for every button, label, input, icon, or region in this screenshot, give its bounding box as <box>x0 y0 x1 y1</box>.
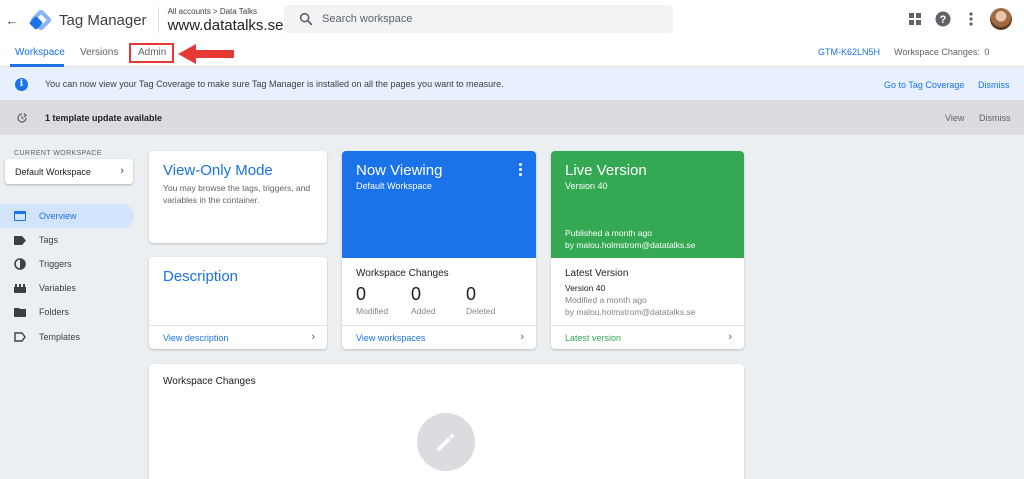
account-breadcrumb: All accounts > Data Talks <box>167 6 258 16</box>
current-workspace-selector[interactable]: Default Workspace › <box>5 159 133 184</box>
modified-count: 0 Modified <box>356 284 406 316</box>
update-view-link[interactable]: View <box>945 113 964 123</box>
tab-workspace[interactable]: Workspace <box>15 47 65 58</box>
sidebar-item-label: Tags <box>39 235 59 245</box>
live-version-card: Live Version Version 40 Published a mont… <box>551 151 744 349</box>
folder-icon <box>14 306 26 318</box>
product-name: Tag Manager <box>59 11 147 29</box>
info-icon: i <box>15 77 28 91</box>
top-app-bar: ← Tag Manager All accounts > Data Talks … <box>0 0 1024 40</box>
sidebar-item-folders[interactable]: Folders <box>0 300 134 324</box>
search-input[interactable] <box>322 13 652 25</box>
user-avatar[interactable] <box>990 8 1012 30</box>
tab-versions[interactable]: Versions <box>80 47 118 58</box>
more-vert-icon[interactable] <box>962 10 980 28</box>
sidebar-item-label: Triggers <box>39 259 72 269</box>
chevron-right-icon: › <box>728 331 732 343</box>
admin-highlight-box <box>129 43 174 63</box>
modified-by: by malou.holmstrom@datatalks.se <box>565 307 696 317</box>
container-name: www.datatalks.se <box>167 16 284 34</box>
now-viewing-title: Now Viewing <box>356 162 443 179</box>
info-banner: i You can now view your Tag Coverage to … <box>0 68 1024 100</box>
now-viewing-card: Now Viewing Default Workspace Workspace … <box>342 151 536 349</box>
tag-manager-logo-icon <box>28 8 53 32</box>
red-arrow-annotation <box>178 44 234 64</box>
banner-dismiss-link[interactable]: Dismiss <box>978 80 1010 90</box>
count-label: Deleted <box>466 306 496 316</box>
back-arrow-icon[interactable]: ← <box>2 13 22 28</box>
latest-version-number: Version 40 <box>565 283 606 293</box>
overview-icon <box>14 210 26 222</box>
footer-label: View description <box>163 332 229 343</box>
svg-text:?: ? <box>940 14 947 26</box>
sidebar-item-variables[interactable]: Variables <box>0 276 134 300</box>
update-dismiss-link[interactable]: Dismiss <box>979 113 1011 123</box>
sidebar-item-overview[interactable]: Overview <box>0 204 134 228</box>
sidebar-item-triggers[interactable]: Triggers <box>0 252 134 276</box>
template-update-bar: 1 template update available View Dismiss <box>0 100 1024 135</box>
view-only-mode-text: You may browse the tags, triggers, and v… <box>163 183 311 205</box>
header-divider <box>157 7 159 33</box>
container-selector[interactable]: All accounts > Data Talks www.datatalks.… <box>167 6 297 34</box>
workspace-changes-heading: Workspace Changes <box>356 268 449 279</box>
added-count: 0 Added <box>411 284 461 316</box>
count-value: 0 <box>356 284 367 304</box>
count-value: 0 <box>411 284 422 304</box>
published-by: by malou.holmstrom@datatalks.se <box>565 240 696 250</box>
sidebar-item-label: Overview <box>39 211 77 221</box>
chevron-right-icon: › <box>120 165 124 177</box>
current-workspace-name: Default Workspace <box>15 166 91 177</box>
sidebar-item-label: Templates <box>39 332 81 342</box>
published-time: Published a month ago <box>565 228 652 238</box>
count-value: 0 <box>466 284 477 304</box>
now-viewing-panel: Now Viewing Default Workspace <box>342 151 536 258</box>
help-icon[interactable]: ? <box>934 10 952 28</box>
now-viewing-workspace: Default Workspace <box>356 181 432 191</box>
sidebar-item-label: Folders <box>39 307 70 317</box>
workspace-changes-count: 0 <box>984 47 990 57</box>
live-version-number: Version 40 <box>565 181 608 191</box>
templates-icon <box>14 331 26 343</box>
more-vert-icon[interactable] <box>519 163 523 178</box>
active-tab-indicator <box>10 64 64 67</box>
sidebar-item-templates[interactable]: Templates <box>0 325 134 349</box>
description-card: Description View description › <box>149 257 327 349</box>
apps-grid-icon[interactable] <box>906 10 924 28</box>
deleted-count: 0 Deleted <box>466 284 516 316</box>
workspace-changes-title: Workspace Changes <box>163 376 256 387</box>
count-label: Modified <box>356 306 389 316</box>
search-icon <box>299 12 313 26</box>
sidebar-item-label: Variables <box>39 283 76 293</box>
live-version-panel: Live Version Version 40 Published a mont… <box>551 151 744 258</box>
edit-pencil-icon <box>417 413 475 471</box>
template-update-text: 1 template update available <box>45 112 163 123</box>
chevron-right-icon: › <box>520 331 524 343</box>
footer-label: View workspaces <box>356 332 426 343</box>
update-icon <box>17 112 27 123</box>
live-version-title: Live Version <box>565 162 647 179</box>
latest-version-heading: Latest Version <box>565 268 629 279</box>
chevron-right-icon: › <box>311 331 315 343</box>
count-label: Added <box>411 306 436 316</box>
search-bar[interactable] <box>284 5 673 33</box>
container-id[interactable]: GTM-K62LN5H <box>818 47 880 57</box>
variables-icon <box>14 282 26 294</box>
modified-time: Modified a month ago <box>565 295 647 305</box>
banner-text: You can now view your Tag Coverage to ma… <box>45 79 504 89</box>
workspace-changes-summary: Workspace Changes: 0 <box>892 47 989 57</box>
view-only-mode-card: View-Only Mode You may browse the tags, … <box>149 151 327 243</box>
current-workspace-label: CURRENT WORKSPACE <box>14 150 102 157</box>
view-only-mode-title: View-Only Mode <box>163 162 273 179</box>
go-to-tag-coverage-link[interactable]: Go to Tag Coverage <box>884 80 964 90</box>
workspace-changes-card: Workspace Changes <box>149 364 744 479</box>
latest-version-link[interactable]: Latest version › <box>551 325 744 349</box>
view-description-link[interactable]: View description › <box>149 325 327 349</box>
description-title: Description <box>163 268 239 285</box>
footer-label: Latest version <box>565 332 622 343</box>
tag-icon <box>14 234 26 246</box>
view-workspaces-link[interactable]: View workspaces › <box>342 325 536 349</box>
workspace-changes-label: Workspace Changes: <box>894 47 980 57</box>
trigger-icon <box>14 258 26 270</box>
sidebar-item-tags[interactable]: Tags <box>0 228 134 252</box>
